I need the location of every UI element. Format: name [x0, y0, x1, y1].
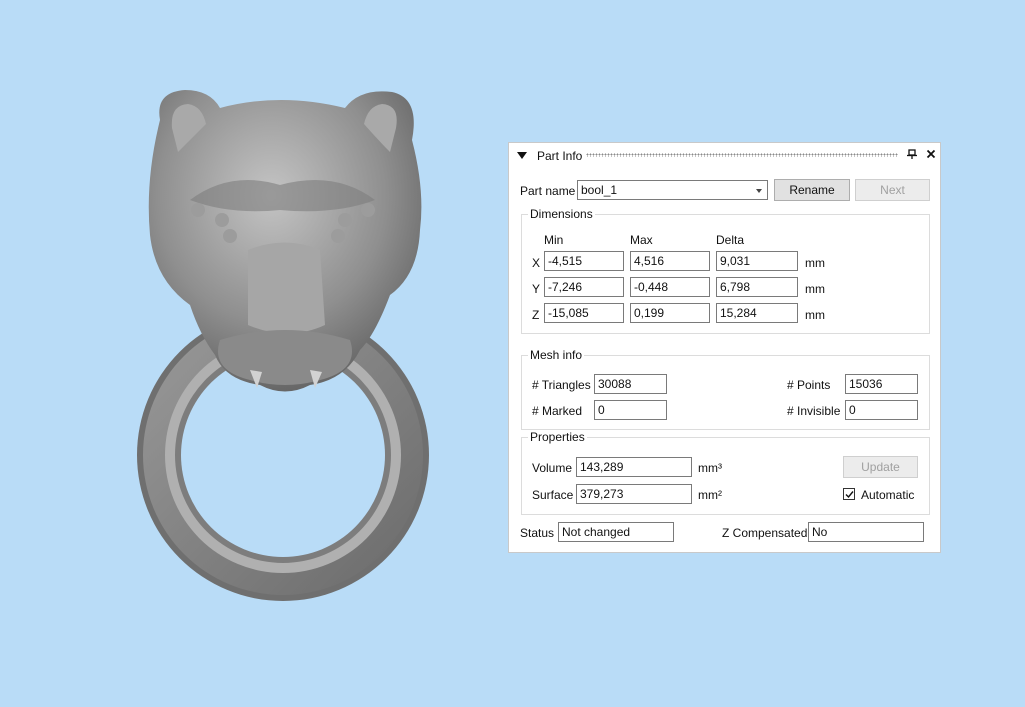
- z-min-field[interactable]: -15,085: [544, 303, 624, 323]
- y-min-field[interactable]: -7,246: [544, 277, 624, 297]
- part-name-combo[interactable]: bool_1: [577, 180, 768, 200]
- x-max-field[interactable]: 4,516: [630, 251, 710, 271]
- invisible-label: # Invisible: [787, 404, 841, 418]
- z-max-field[interactable]: 0,199: [630, 303, 710, 323]
- axis-y-label: Y: [532, 282, 541, 296]
- x-min-field[interactable]: -4,515: [544, 251, 624, 271]
- max-header: Max: [630, 233, 653, 247]
- points-label: # Points: [787, 378, 831, 392]
- mesh-info-title: Mesh info: [528, 348, 585, 362]
- drag-grip[interactable]: [586, 153, 898, 157]
- x-delta-field[interactable]: 9,031: [716, 251, 798, 271]
- volume-unit: mm³: [698, 461, 722, 475]
- x-unit: mm: [805, 256, 825, 270]
- triangles-label: # Triangles: [532, 378, 591, 392]
- surface-unit: mm²: [698, 488, 722, 502]
- volume-field[interactable]: 143,289: [576, 457, 692, 477]
- z-compensated-label: Z Compensated: [722, 526, 808, 540]
- collapse-arrow-icon[interactable]: [517, 152, 527, 159]
- part-info-panel: Part Info Part name bool_1 Rename Next D…: [508, 142, 941, 553]
- part-name-label: Part name: [520, 184, 576, 198]
- checkmark-icon: [845, 491, 854, 499]
- dimensions-title: Dimensions: [528, 207, 595, 221]
- status-field[interactable]: Not changed: [558, 522, 674, 542]
- triangles-field[interactable]: 30088: [594, 374, 667, 394]
- panther-knocker-model[interactable]: [120, 80, 450, 620]
- automatic-checkbox[interactable]: [843, 488, 855, 500]
- close-icon[interactable]: [925, 148, 937, 160]
- status-label: Status: [520, 526, 555, 540]
- surface-label: Surface: [532, 488, 574, 502]
- marked-field[interactable]: 0: [594, 400, 667, 420]
- y-unit: mm: [805, 282, 825, 296]
- panel-title: Part Info: [537, 149, 583, 163]
- panel-titlebar[interactable]: Part Info: [509, 143, 940, 167]
- automatic-label: Automatic: [861, 488, 915, 502]
- part-name-value: bool_1: [581, 183, 618, 197]
- axis-x-label: X: [532, 256, 541, 270]
- float-icon[interactable]: [906, 148, 918, 160]
- update-button[interactable]: Update: [843, 456, 918, 478]
- chevron-down-icon: [756, 189, 762, 193]
- delta-header: Delta: [716, 233, 745, 247]
- rename-button[interactable]: Rename: [774, 179, 850, 201]
- volume-label: Volume: [532, 461, 573, 475]
- surface-field[interactable]: 379,273: [576, 484, 692, 504]
- axis-z-label: Z: [532, 308, 540, 322]
- z-delta-field[interactable]: 15,284: [716, 303, 798, 323]
- properties-title: Properties: [528, 430, 587, 444]
- next-button[interactable]: Next: [855, 179, 930, 201]
- z-unit: mm: [805, 308, 825, 322]
- points-field[interactable]: 15036: [845, 374, 918, 394]
- y-delta-field[interactable]: 6,798: [716, 277, 798, 297]
- y-max-field[interactable]: -0,448: [630, 277, 710, 297]
- min-header: Min: [544, 233, 564, 247]
- z-compensated-field[interactable]: No: [808, 522, 924, 542]
- marked-label: # Marked: [532, 404, 583, 418]
- invisible-field[interactable]: 0: [845, 400, 918, 420]
